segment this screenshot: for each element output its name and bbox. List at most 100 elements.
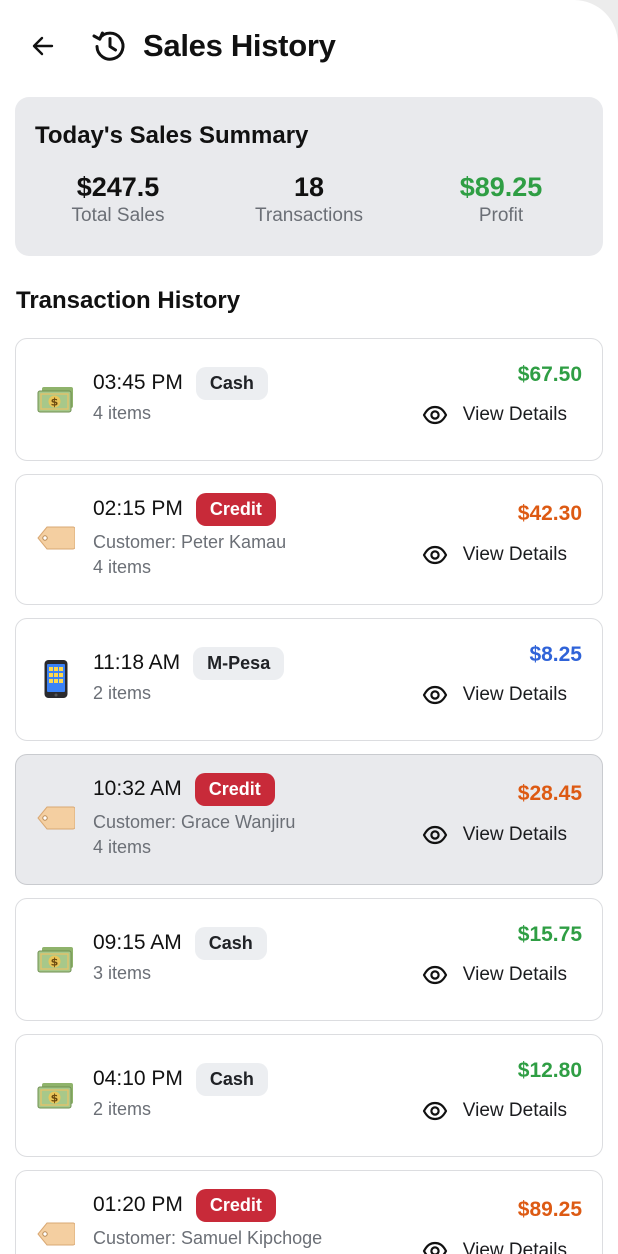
profit-stat: $89.25 Profit (411, 169, 591, 229)
eye-icon (422, 825, 447, 845)
transaction-time: 11:18 AM (93, 651, 181, 674)
payment-method-badge: Credit (194, 772, 275, 806)
summary-title: Today's Sales Summary (35, 122, 309, 149)
payment-method-badge: Cash (195, 1062, 268, 1096)
transaction-history-title: Transaction History (16, 287, 241, 314)
transaction-header: 11:18 AM M-Pesa (93, 645, 402, 681)
transaction-card[interactable]: $ 03:45 PM Cash 4 items $67.50 View Details (15, 338, 603, 461)
transaction-customer: Customer: Grace Wanjiru (93, 812, 296, 832)
payment-method-badge: Credit (195, 492, 276, 526)
eye-icon (422, 965, 447, 985)
transaction-item-count: 2 items (93, 1099, 152, 1119)
svg-text:$: $ (51, 956, 59, 969)
svg-text:$: $ (51, 396, 59, 409)
page-title: Sales History (143, 28, 336, 63)
eye-icon (422, 1101, 447, 1121)
transaction-card[interactable]: 11:18 AM M-Pesa 2 items $8.25 View Details (15, 618, 603, 741)
transaction-item-count: 2 items (93, 683, 152, 703)
transaction-time: 01:20 PM (93, 1193, 183, 1216)
transaction-header: 09:15 AM Cash (93, 925, 402, 961)
view-details-label: View Details (462, 684, 567, 705)
view-details-label: View Details (462, 404, 567, 425)
tag-icon (36, 1214, 76, 1254)
profit-value: $89.25 (459, 172, 543, 202)
transaction-header: 01:20 PM Credit (93, 1187, 402, 1223)
transaction-card[interactable]: 01:20 PM Credit Customer: Samuel Kipchoge $… (15, 1170, 603, 1254)
transaction-customer: Customer: Peter Kamau (93, 532, 287, 552)
payment-method-badge: Cash (194, 926, 267, 960)
transaction-header: 02:15 PM Credit (93, 491, 402, 527)
transactions-value: 18 (293, 172, 325, 202)
transaction-amount: $12.80 (517, 1059, 582, 1082)
payment-method-badge: Credit (195, 1188, 276, 1222)
money-bill-icon: $ (36, 1075, 76, 1115)
view-details-label: View Details (462, 544, 567, 565)
transaction-time: 02:15 PM (93, 497, 183, 520)
transaction-amount: $67.50 (517, 363, 582, 386)
transaction-info: 01:20 PM Credit Customer: Samuel Kipchoge (93, 1187, 402, 1251)
view-details-button[interactable]: View Details (422, 542, 567, 568)
transaction-customer: Customer: Samuel Kipchoge (93, 1228, 323, 1248)
sales-summary-card: Today's Sales Summary $247.5 Total Sales… (15, 97, 603, 256)
transaction-info: 10:32 AM Credit Customer: Grace Wanjiru 4 i… (93, 771, 402, 860)
view-details-label: View Details (462, 1240, 567, 1254)
transaction-amount: $28.45 (517, 782, 582, 805)
transaction-info: 09:15 AM Cash 3 items (93, 925, 402, 986)
view-details-button[interactable]: View Details (422, 1098, 567, 1124)
view-details-label: View Details (462, 824, 567, 845)
payment-method-badge: Cash (195, 366, 268, 400)
total-sales-stat: $247.5 Total Sales (28, 169, 208, 229)
eye-icon (422, 405, 447, 425)
transaction-info: 11:18 AM M-Pesa 2 items (93, 645, 402, 706)
arrow-left-icon (32, 36, 54, 56)
view-details-button[interactable]: View Details (422, 1238, 567, 1254)
total-sales-value: $247.5 (76, 172, 160, 202)
tag-icon (36, 518, 76, 558)
transaction-time: 03:45 PM (93, 371, 183, 394)
transaction-time: 09:15 AM (93, 931, 182, 954)
eye-icon (422, 545, 447, 565)
transaction-header: 10:32 AM Credit (93, 771, 402, 807)
transaction-item-count: 3 items (93, 963, 152, 983)
transaction-card[interactable]: $ 09:15 AM Cash 3 items $15.75 View Details (15, 898, 603, 1021)
transaction-card[interactable]: $ 04:10 PM Cash 2 items $12.80 View Details (15, 1034, 603, 1157)
view-details-label: View Details (462, 1100, 567, 1121)
tag-icon (36, 798, 76, 838)
transaction-amount: $42.30 (517, 502, 582, 525)
transaction-card[interactable]: 02:15 PM Credit Customer: Peter Kamau 4 ite… (15, 474, 603, 605)
transaction-time: 10:32 AM (93, 777, 182, 800)
payment-method-badge: M-Pesa (193, 646, 285, 680)
history-clock-icon (92, 31, 125, 61)
view-details-label: View Details (462, 964, 567, 985)
transaction-item-count: 4 items (93, 837, 152, 857)
transaction-amount: $15.75 (517, 923, 582, 946)
transaction-header: 04:10 PM Cash (93, 1061, 402, 1097)
transaction-info: 04:10 PM Cash 2 items (93, 1061, 402, 1122)
eye-icon (422, 1241, 447, 1254)
transaction-card[interactable]: 10:32 AM Credit Customer: Grace Wanjiru 4 i… (15, 754, 603, 885)
transactions-stat: 18 Transactions (219, 169, 399, 229)
money-bill-icon: $ (36, 379, 76, 419)
eye-icon (422, 685, 447, 705)
transaction-amount: $89.25 (517, 1198, 582, 1221)
header: Sales History (0, 20, 618, 72)
app-screen: Sales History Today's Sales Summary $247… (0, 0, 618, 1254)
svg-text:$: $ (51, 1092, 59, 1105)
total-sales-label: Total Sales (71, 205, 165, 226)
transaction-item-count: 4 items (93, 403, 152, 423)
transaction-header: 03:45 PM Cash (93, 365, 402, 401)
back-button[interactable] (26, 30, 60, 62)
transactions-label: Transactions (254, 205, 364, 226)
profit-label: Profit (478, 205, 524, 226)
transaction-amount: $8.25 (529, 643, 582, 666)
transaction-info: 03:45 PM Cash 4 items (93, 365, 402, 426)
mobile-phone-icon (36, 659, 76, 699)
transaction-item-count: 4 items (93, 557, 152, 577)
transaction-time: 04:10 PM (93, 1067, 183, 1090)
money-bill-icon: $ (36, 939, 76, 979)
view-details-button[interactable]: View Details (422, 682, 567, 708)
transaction-info: 02:15 PM Credit Customer: Peter Kamau 4 ite… (93, 491, 402, 580)
view-details-button[interactable]: View Details (422, 962, 567, 988)
view-details-button[interactable]: View Details (422, 402, 567, 428)
view-details-button[interactable]: View Details (422, 822, 567, 848)
